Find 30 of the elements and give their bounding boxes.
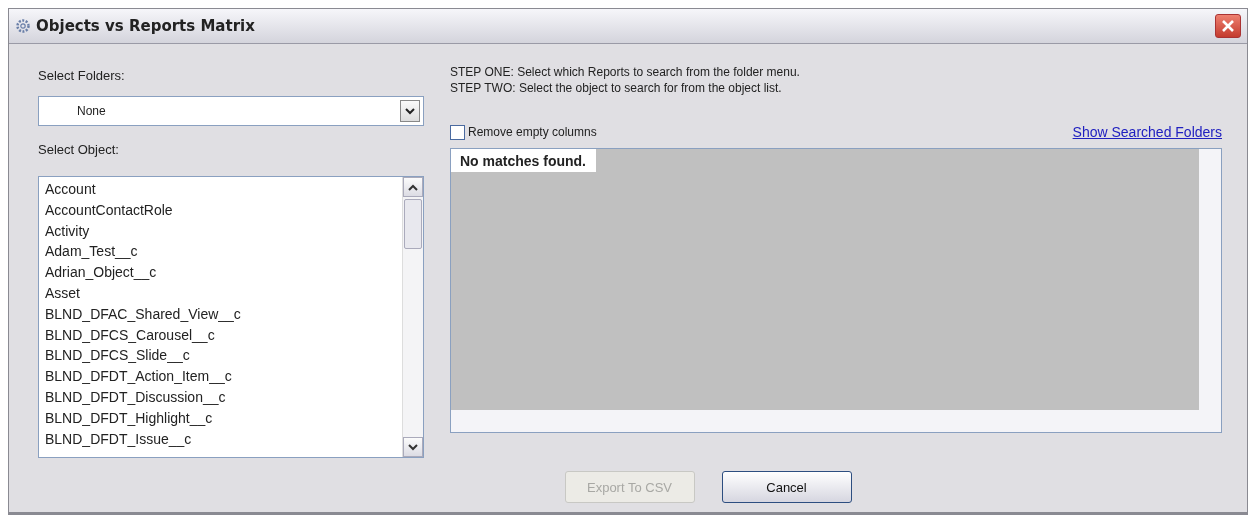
scroll-thumb[interactable] xyxy=(404,199,422,249)
list-item[interactable]: BLND_DFDT_Issue__c xyxy=(45,428,396,450)
object-label: Select Object: xyxy=(38,142,120,159)
dialog-button[interactable]: Cancel xyxy=(721,471,852,503)
list-item[interactable]: Adrian_Object__c xyxy=(45,262,396,283)
scroll-up-icon[interactable] xyxy=(408,183,418,191)
list-item[interactable]: BLND_DFCS_Carousel__c xyxy=(45,324,396,346)
list-item[interactable]: BLND_DFDT_Action_Item__c xyxy=(45,366,396,387)
list-item[interactable]: Activity xyxy=(45,220,396,242)
remove-empty-columns-checkbox[interactable]: Remove empty columns xyxy=(450,124,597,140)
close-icon xyxy=(1221,19,1235,33)
list-item[interactable]: Account xyxy=(45,179,396,200)
folders-label: Select Folders: xyxy=(38,68,126,85)
no-matches-message: No matches found. xyxy=(451,149,596,172)
list-item[interactable]: BLND_DFDT_Highlight__c xyxy=(45,407,396,429)
scrollbar[interactable] xyxy=(402,177,423,457)
instruction-text: STEP ONE: Select which Reports to search from the folder menu. xyxy=(450,64,801,80)
list-item[interactable]: Adam_Test__c xyxy=(45,241,396,263)
scroll-down-icon[interactable] xyxy=(408,443,418,451)
gear-icon xyxy=(15,18,31,34)
list-item[interactable]: BLND_DFCS_Slide__c xyxy=(45,345,396,367)
instruction-text: STEP TWO: Select the object to search for from the object list. xyxy=(450,80,783,96)
list-item[interactable]: BLND_DFAC_Shared_View__c xyxy=(45,303,396,325)
show-searched-folders-link[interactable]: Show Searched Folders xyxy=(1072,124,1222,140)
close-button[interactable] xyxy=(1215,14,1241,38)
list-item[interactable]: BLND_DFDT_Discussion__c xyxy=(45,386,396,408)
list-item[interactable]: Asset xyxy=(45,283,396,304)
folder-dropdown[interactable]: None xyxy=(38,96,424,126)
list-item[interactable]: AccountContactRole xyxy=(45,199,396,221)
window-title: Objects vs Reports Matrix xyxy=(36,17,255,35)
